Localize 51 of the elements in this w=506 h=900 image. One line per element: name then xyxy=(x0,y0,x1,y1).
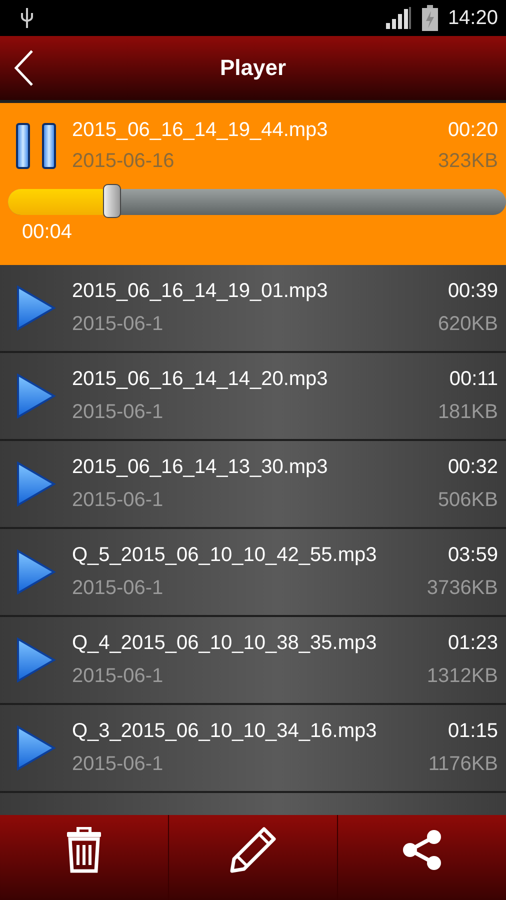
duration: 00:39 xyxy=(448,280,498,303)
recording-row[interactable]: Q_3_2015_06_10_10_34_16.mp3 01:15 2015-06-1 1176KB xyxy=(0,705,506,793)
duration: 00:11 xyxy=(449,368,498,391)
file-date: 2015-06-1 xyxy=(72,665,164,688)
file-size: 620KB xyxy=(438,313,498,336)
pencil-icon xyxy=(230,826,276,872)
seek-thumb[interactable] xyxy=(102,184,121,218)
file-date: 2015-06-1 xyxy=(72,753,164,776)
duration: 01:15 xyxy=(448,720,498,743)
duration: 00:32 xyxy=(448,456,498,479)
play-icon[interactable] xyxy=(16,549,56,595)
recording-row[interactable]: Q_5_2015_06_10_10_42_55.mp3 03:59 2015-06-1 3736KB xyxy=(0,529,506,617)
duration: 03:59 xyxy=(448,544,498,567)
file-date: 2015-06-1 xyxy=(72,489,164,512)
file-size: 323KB xyxy=(438,150,498,173)
recording-row[interactable]: 2015_06_16_14_19_01.mp3 00:39 2015-06-1 620KB xyxy=(0,265,506,353)
file-date: 2015-06-16 xyxy=(72,150,174,173)
file-name: Q_4_2015_06_10_10_38_35.mp3 xyxy=(72,632,377,655)
file-date: 2015-06-1 xyxy=(72,577,164,600)
play-icon[interactable] xyxy=(16,373,56,419)
recording-row[interactable]: Q_4_2015_06_10_10_38_35.mp3 01:23 2015-06-1 1312KB xyxy=(0,617,506,705)
file-size: 3736KB xyxy=(426,577,498,600)
file-name: 2015_06_16_14_13_30.mp3 xyxy=(72,456,328,479)
file-name: 2015_06_16_14_19_01.mp3 xyxy=(72,280,328,303)
duration: 00:20 xyxy=(448,119,498,142)
file-size: 506KB xyxy=(438,489,498,512)
signal-icon xyxy=(386,7,412,29)
file-name: 2015_06_16_14_14_20.mp3 xyxy=(72,368,328,391)
recording-row[interactable]: 2015_06_16_14_14_20.mp3 00:11 2015-06-1 181KB xyxy=(0,353,506,441)
usb-icon xyxy=(20,7,34,29)
duration: 01:23 xyxy=(448,632,498,655)
elapsed-time: 00:04 xyxy=(21,220,74,244)
file-date: 2015-06-1 xyxy=(72,401,164,424)
file-name: Q_5_2015_06_10_10_42_55.mp3 xyxy=(72,544,377,567)
play-icon[interactable] xyxy=(16,725,56,771)
status-time: 14:20 xyxy=(448,6,498,30)
recording-row[interactable]: 2015_06_16_14_13_30.mp3 00:32 2015-06-1 506KB xyxy=(0,441,506,529)
play-icon[interactable] xyxy=(16,637,56,683)
share-icon xyxy=(402,828,442,870)
back-icon[interactable] xyxy=(14,49,34,87)
file-size: 1176KB xyxy=(428,753,498,776)
file-date: 2015-06-1 xyxy=(72,313,164,336)
file-size: 181KB xyxy=(438,401,498,424)
delete-icon xyxy=(66,826,102,872)
screen-title: Player xyxy=(220,55,286,81)
play-icon[interactable] xyxy=(16,461,56,507)
file-size: 1312KB xyxy=(426,665,498,688)
battery-icon xyxy=(422,5,438,31)
pause-icon[interactable] xyxy=(16,123,56,169)
file-name: Q_3_2015_06_10_10_34_16.mp3 xyxy=(72,720,377,743)
play-icon[interactable] xyxy=(16,285,56,331)
